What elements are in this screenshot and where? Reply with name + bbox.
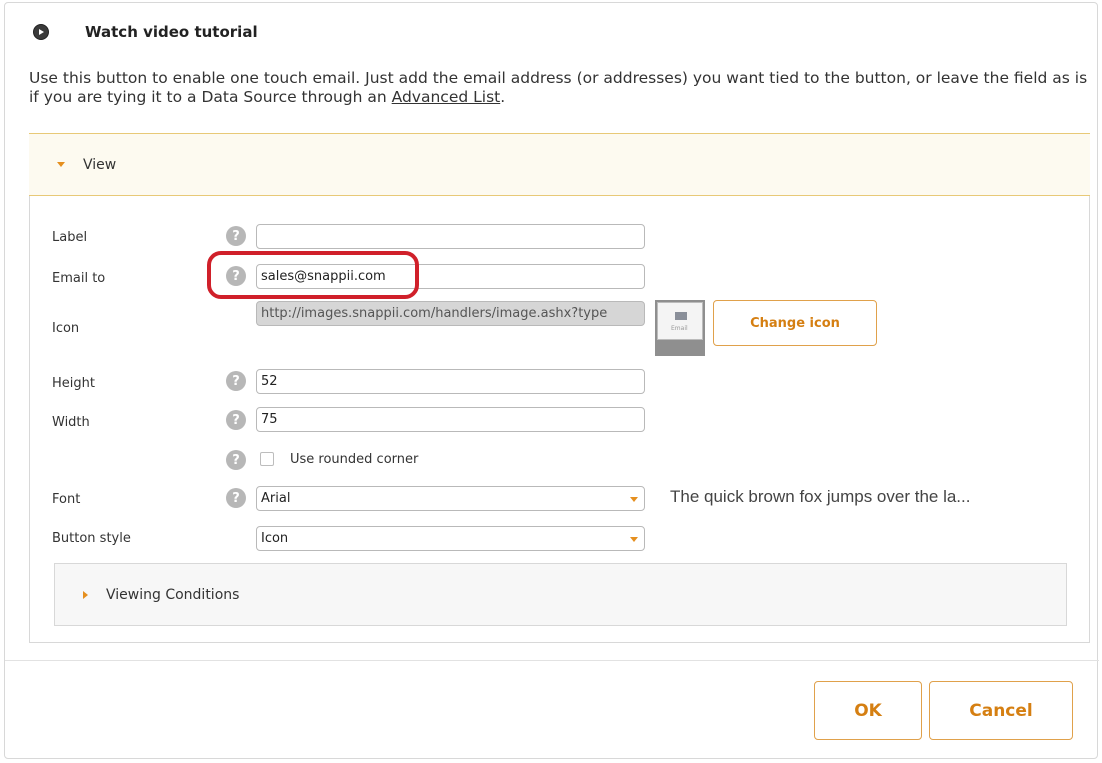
intro-description: Use this button to enable one touch emai… (29, 69, 1089, 107)
help-icon[interactable]: ? (226, 488, 246, 508)
view-panel-title: View (83, 156, 117, 173)
viewing-conditions-title: Viewing Conditions (106, 586, 240, 603)
label-field-label: Label (52, 230, 88, 245)
font-preview-text: The quick brown fox jumps over the la... (670, 487, 971, 506)
help-icon[interactable]: ? (226, 226, 246, 246)
email-to-field-label: Email to (52, 271, 106, 286)
help-icon[interactable]: ? (226, 410, 246, 430)
caret-right-icon (83, 590, 88, 599)
width-input[interactable]: 75 (256, 407, 645, 432)
view-panel-header[interactable]: View (29, 133, 1090, 196)
email-button-dialog: Watch video tutorial Use this button to … (4, 2, 1099, 759)
button-style-select[interactable]: Icon (256, 526, 645, 551)
help-icon[interactable]: ? (226, 450, 246, 470)
email-icon (675, 312, 687, 320)
icon-url-input: http://images.snappii.com/handlers/image… (256, 301, 645, 326)
video-tutorial-link[interactable]: Watch video tutorial (85, 23, 258, 41)
viewing-conditions-panel-header[interactable]: Viewing Conditions (54, 563, 1067, 626)
intro-text-end: . (500, 88, 506, 106)
advanced-list-link[interactable]: Advanced List (392, 88, 501, 106)
label-input[interactable] (256, 224, 645, 249)
chevron-down-icon (630, 537, 638, 542)
width-field-label: Width (52, 415, 90, 430)
button-style-field-label: Button style (52, 531, 131, 546)
intro-text: Use this button to enable one touch emai… (29, 69, 1088, 106)
help-icon[interactable]: ? (226, 371, 246, 391)
rounded-corner-label: Use rounded corner (290, 452, 419, 467)
button-style-select-value: Icon (261, 531, 289, 546)
cancel-button[interactable]: Cancel (929, 681, 1073, 740)
play-icon[interactable] (33, 24, 49, 40)
font-select-value: Arial (261, 491, 291, 506)
video-tutorial-row[interactable]: Watch video tutorial (33, 23, 258, 41)
rounded-corner-checkbox[interactable] (260, 452, 274, 466)
font-select[interactable]: Arial (256, 486, 645, 511)
ok-button[interactable]: OK (814, 681, 922, 740)
email-highlight-annotation (207, 251, 419, 299)
height-input[interactable]: 52 (256, 369, 645, 394)
icon-preview-thumbnail: Email (655, 300, 705, 356)
footer-divider (5, 660, 1099, 661)
chevron-down-icon (630, 497, 638, 502)
height-field-label: Height (52, 376, 95, 391)
font-field-label: Font (52, 492, 81, 507)
icon-field-label: Icon (52, 321, 80, 336)
caret-down-icon (57, 162, 65, 167)
view-panel: View Label ? Email to ? sales@snappii.co… (29, 133, 1090, 643)
icon-thumb-caption: Email (671, 325, 688, 332)
change-icon-button[interactable]: Change icon (713, 300, 877, 346)
